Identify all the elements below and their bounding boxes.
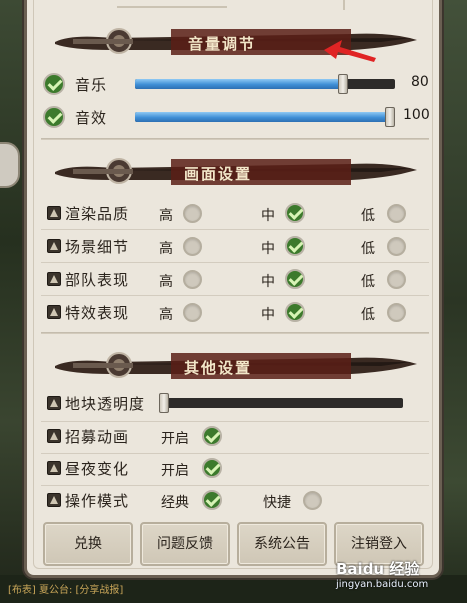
- row-separator: [41, 295, 429, 296]
- graphics-option-mid-label: 中: [261, 241, 275, 257]
- graphics-row-label: 场景细节: [65, 238, 130, 256]
- graphics-option-high-label: 高: [159, 274, 173, 290]
- music-slider-fill: [135, 79, 343, 89]
- row-separator: [41, 262, 429, 263]
- music-label: 音乐: [75, 76, 108, 94]
- row-separator: [41, 229, 429, 230]
- control-mode-option-classic: 经典: [161, 495, 189, 511]
- graphics-option-low-radio[interactable]: [387, 303, 406, 322]
- sfx-label: 音效: [75, 109, 108, 127]
- recruit-anim-icon: [47, 429, 61, 443]
- watermark-brand: Baidu 经验: [336, 560, 420, 578]
- graphics-row-icon: [47, 272, 61, 286]
- control-mode-option-quick: 快捷: [263, 495, 291, 511]
- section-header-other: 其他设置: [51, 344, 421, 390]
- sfx-toggle-checkbox[interactable]: [43, 106, 65, 128]
- graphics-row-icon: [47, 239, 61, 253]
- control-mode-quick-radio[interactable]: [303, 491, 322, 510]
- graphics-option-high-radio[interactable]: [183, 303, 202, 322]
- recruit-anim-checkbox[interactable]: [202, 426, 222, 446]
- watermark: Baidu 经验 jingyan.baidu.com: [336, 558, 428, 590]
- day-night-checkbox[interactable]: [202, 458, 222, 478]
- control-mode-label: 操作模式: [65, 492, 130, 510]
- graphics-option-low-label: 低: [361, 274, 375, 290]
- feedback-button[interactable]: 问题反馈: [140, 522, 230, 566]
- settings-panel: 音量调节 音乐 80 音效 100 画面设置 渲染品质高中低场景细节高中低部队表…: [24, 0, 442, 578]
- row-separator: [41, 485, 429, 486]
- graphics-option-low-radio[interactable]: [387, 204, 406, 223]
- graphics-row-label: 渲染品质: [65, 205, 130, 223]
- day-night-label: 昼夜变化: [65, 460, 130, 478]
- section-divider: [41, 138, 429, 140]
- control-mode-classic-radio[interactable]: [202, 490, 222, 510]
- recruit-anim-option: 开启: [161, 431, 189, 447]
- row-separator: [41, 421, 429, 422]
- recruit-anim-label: 招募动画: [65, 428, 130, 446]
- red-arrow-icon: [324, 40, 376, 62]
- section-title-volume: 音量调节: [187, 35, 256, 53]
- graphics-option-low-label: 低: [361, 241, 375, 257]
- graphics-option-high-label: 高: [159, 307, 173, 323]
- section-title-graphics: 画面设置: [183, 165, 252, 183]
- sfx-slider-thumb[interactable]: [385, 107, 395, 127]
- sfx-volume-slider[interactable]: [135, 107, 395, 127]
- graphics-option-high-radio[interactable]: [183, 270, 202, 289]
- announcement-button[interactable]: 系统公告: [237, 522, 327, 566]
- section-divider: [41, 332, 429, 334]
- graphics-row-icon: [47, 305, 61, 319]
- graphics-option-mid-label: 中: [261, 208, 275, 224]
- music-volume-value: 80: [411, 74, 429, 90]
- graphics-row-label: 部队表现: [65, 271, 130, 289]
- graphics-option-high-label: 高: [159, 208, 173, 224]
- section-title-other: 其他设置: [183, 359, 252, 377]
- music-volume-slider[interactable]: [135, 74, 395, 94]
- tile-slider-thumb[interactable]: [159, 393, 169, 413]
- graphics-option-low-label: 低: [361, 307, 375, 323]
- day-night-option: 开启: [161, 463, 189, 479]
- tile-transparency-icon: [47, 396, 61, 410]
- music-slider-thumb[interactable]: [338, 74, 348, 94]
- graphics-row-label: 特效表现: [65, 304, 130, 322]
- section-header-graphics: 画面设置: [51, 150, 421, 196]
- graphics-option-mid-radio[interactable]: [285, 203, 305, 223]
- panel-top-tick: [343, 0, 345, 10]
- side-tab[interactable]: [0, 142, 20, 188]
- row-separator: [41, 453, 429, 454]
- graphics-option-mid-radio[interactable]: [285, 269, 305, 289]
- graphics-option-mid-label: 中: [261, 307, 275, 323]
- background-left: [0, 0, 24, 603]
- graphics-option-low-label: 低: [361, 208, 375, 224]
- graphics-option-mid-radio[interactable]: [285, 236, 305, 256]
- graphics-option-high-radio[interactable]: [183, 237, 202, 256]
- graphics-option-low-radio[interactable]: [387, 237, 406, 256]
- redeem-button[interactable]: 兑换: [43, 522, 133, 566]
- watermark-url: jingyan.baidu.com: [336, 579, 429, 590]
- graphics-row-icon: [47, 206, 61, 220]
- background-right: [441, 0, 467, 603]
- tile-transparency-label: 地块透明度: [65, 395, 146, 413]
- graphics-option-low-radio[interactable]: [387, 270, 406, 289]
- tile-transparency-slider[interactable]: [159, 393, 403, 413]
- graphics-option-high-label: 高: [159, 241, 173, 257]
- sfx-volume-value: 100: [403, 107, 430, 123]
- control-mode-icon: [47, 493, 61, 507]
- sfx-slider-fill: [135, 112, 395, 122]
- music-toggle-checkbox[interactable]: [43, 73, 65, 95]
- day-night-icon: [47, 461, 61, 475]
- panel-top-edge: [117, 0, 227, 8]
- graphics-option-high-radio[interactable]: [183, 204, 202, 223]
- bottom-ticker: [布表] 夏公台: [分享战报]: [8, 585, 124, 596]
- graphics-option-mid-label: 中: [261, 274, 275, 290]
- graphics-option-mid-radio[interactable]: [285, 302, 305, 322]
